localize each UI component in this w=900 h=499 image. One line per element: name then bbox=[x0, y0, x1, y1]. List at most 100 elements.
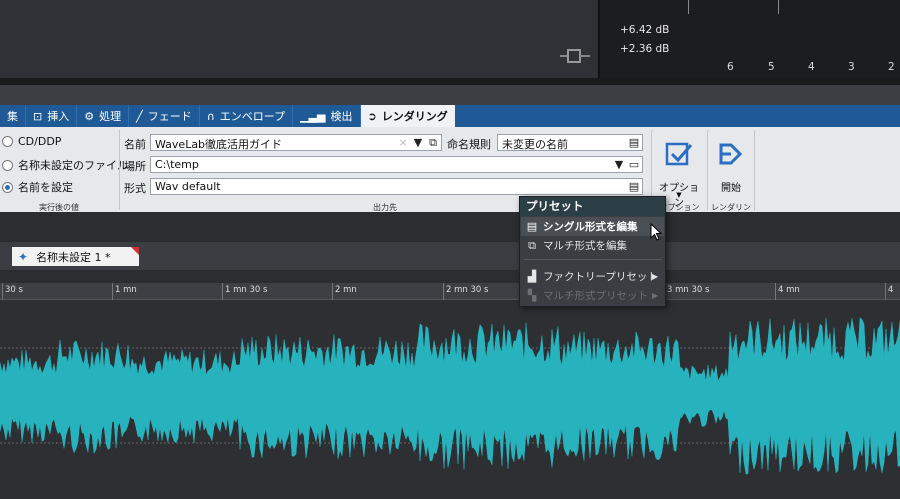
timeline-label: 30 s bbox=[5, 285, 23, 295]
naming-rule-field[interactable]: 未変更の名前 bbox=[497, 134, 643, 151]
meter-line bbox=[688, 0, 689, 14]
menu-title: プリセット bbox=[520, 197, 665, 216]
tab-label: 検出 bbox=[330, 110, 353, 123]
copy-icon[interactable]: ⧉ bbox=[425, 135, 441, 151]
radio-untitled-file[interactable]: 名称未設定のファイル bbox=[2, 157, 128, 173]
clear-icon[interactable]: × bbox=[395, 135, 411, 151]
start-button[interactable]: 開始 bbox=[709, 133, 753, 199]
meter-tick: 5 bbox=[768, 61, 775, 73]
insert-icon: ⊡ bbox=[33, 109, 43, 123]
timeline-tick bbox=[2, 283, 3, 300]
timeline-label: 4 mn bbox=[778, 285, 800, 295]
menu-item-multi-format-presets: ▚ マルチ形式プリセット ▶ bbox=[521, 286, 664, 305]
tab-label: エンベロープ bbox=[219, 110, 286, 123]
options-button[interactable]: オプション ▼ bbox=[657, 133, 701, 209]
timeline-label: 1 mn 30 s bbox=[225, 285, 268, 295]
tab-fade[interactable]: ╱ フェード bbox=[129, 105, 200, 127]
db-readout-top: +6.42 dB bbox=[620, 24, 670, 36]
preset-list-icon[interactable]: ▤ bbox=[626, 179, 642, 195]
radio-dot bbox=[2, 181, 13, 193]
tab-rendering[interactable]: ➲ レンダリング bbox=[360, 105, 455, 127]
document-tab-title: 名称未設定 1 * bbox=[36, 250, 111, 264]
radio-label: 名称未設定のファイル bbox=[18, 159, 128, 172]
top-left-panel bbox=[0, 0, 597, 78]
format-label: 形式 bbox=[124, 182, 146, 195]
location-label: 場所 bbox=[124, 160, 146, 173]
timeline-tick bbox=[885, 283, 886, 300]
detect-icon: ▁▃▅ bbox=[300, 109, 326, 123]
timeline-tick bbox=[332, 283, 333, 300]
render-start-icon bbox=[719, 143, 743, 165]
meter-tick: 6 bbox=[727, 61, 734, 73]
timeline-label: 4 bbox=[888, 285, 894, 295]
submenu-arrow-icon: ▶ bbox=[651, 272, 658, 281]
radio-label: 名前を設定 bbox=[18, 181, 73, 194]
radio-dot bbox=[2, 136, 13, 147]
waveform bbox=[0, 317, 900, 475]
wave-file-icon: ✦ bbox=[18, 249, 29, 264]
workspace-strip bbox=[0, 212, 900, 242]
meter-line bbox=[778, 0, 779, 14]
menu-item-factory-presets[interactable]: ▟ ファクトリープリセット ▶ bbox=[521, 267, 664, 286]
menu-item-edit-single-format[interactable]: ▤ シングル形式を編集 bbox=[521, 217, 664, 236]
meter-tick: 4 bbox=[808, 61, 815, 73]
ribbon-tab-bar: 集 ⊡ 挿入 ⚙ 処理 ╱ フェード ∩ エンベロープ ▁▃▅ 検出 ➲ レンダ… bbox=[0, 105, 900, 127]
divider bbox=[0, 78, 900, 85]
timeline-tick bbox=[222, 283, 223, 300]
waveform-view[interactable] bbox=[0, 300, 900, 499]
tab-label: 集 bbox=[7, 110, 18, 123]
level-meter-panel: +6.42 dB +2.36 dB 6 5 4 3 2 bbox=[598, 0, 900, 78]
format-field[interactable]: Wav default bbox=[150, 178, 643, 195]
fade-icon: ╱ bbox=[136, 109, 143, 123]
tab-edit[interactable]: 集 bbox=[0, 105, 26, 127]
render-icon: ➲ bbox=[367, 109, 377, 123]
timeline-label: 3 mn 30 s bbox=[667, 285, 710, 295]
tab-label: 処理 bbox=[99, 110, 122, 123]
radio-dot bbox=[2, 159, 13, 171]
menu-separator bbox=[524, 259, 662, 260]
meter-tick: 3 bbox=[848, 61, 855, 73]
meter-tick: 2 bbox=[888, 61, 895, 73]
tab-insert[interactable]: ⊡ 挿入 bbox=[26, 105, 78, 127]
connector-icon bbox=[560, 49, 590, 63]
tab-detect[interactable]: ▁▃▅ 検出 bbox=[293, 105, 361, 127]
timeline-label: 1 mn bbox=[115, 285, 137, 295]
folder-icon[interactable]: ▭ bbox=[626, 157, 642, 173]
dropdown-arrow-icon[interactable]: ▼ bbox=[410, 135, 426, 151]
radio-label: CD/DDP bbox=[18, 135, 62, 148]
tab-label: 挿入 bbox=[47, 110, 70, 123]
tab-process[interactable]: ⚙ 処理 bbox=[77, 105, 130, 127]
timeline-tick bbox=[443, 283, 444, 300]
mouse-cursor-icon bbox=[650, 223, 663, 241]
waveform-shape bbox=[0, 317, 900, 475]
timeline-tick bbox=[775, 283, 776, 300]
menu-item-edit-multi-format[interactable]: ⧉ マルチ形式を編集 bbox=[521, 236, 664, 255]
single-format-icon: ▤ bbox=[526, 220, 538, 233]
radio-set-name[interactable]: 名前を設定 bbox=[2, 179, 73, 195]
preset-context-menu: プリセット ▤ シングル形式を編集 ⧉ マルチ形式を編集 ▟ ファクトリープリセ… bbox=[519, 196, 666, 307]
start-label: 開始 bbox=[721, 183, 741, 194]
timeline-ruler[interactable]: 30 s 1 mn 1 mn 30 s 2 mn 2 mn 30 s 3 mn … bbox=[0, 283, 900, 300]
divider bbox=[754, 130, 755, 210]
modified-indicator bbox=[131, 247, 139, 255]
document-tab[interactable]: ✦ 名称未設定 1 * bbox=[12, 247, 139, 266]
timeline-label: 2 mn bbox=[335, 285, 357, 295]
ribbon-panel: CD/DDP 名称未設定のファイル 名前を設定 実行後の値 名前 WaveLab… bbox=[0, 127, 900, 223]
divider bbox=[0, 85, 900, 105]
menu-item-label: ファクトリープリセット bbox=[543, 271, 658, 283]
naming-rule-label: 命名規則 bbox=[447, 138, 491, 151]
timeline-label: 2 mn 30 s bbox=[446, 285, 489, 295]
check-icon bbox=[665, 142, 693, 166]
name-label: 名前 bbox=[124, 138, 146, 151]
multi-format-icon: ⧉ bbox=[528, 238, 536, 252]
tab-envelope[interactable]: ∩ エンベロープ bbox=[200, 105, 294, 127]
timeline-tick bbox=[112, 283, 113, 300]
dropdown-arrow-icon[interactable]: ▼ bbox=[611, 157, 627, 173]
location-field[interactable]: C:\temp bbox=[150, 156, 643, 173]
radio-cd-ddp[interactable]: CD/DDP bbox=[2, 135, 61, 148]
menu-item-label: シングル形式を編集 bbox=[543, 221, 638, 233]
divider bbox=[707, 130, 708, 210]
tab-label: レンダリング bbox=[381, 110, 448, 123]
preset-list-icon[interactable]: ▤ bbox=[626, 135, 642, 151]
multi-preset-icon: ▚ bbox=[527, 289, 537, 302]
